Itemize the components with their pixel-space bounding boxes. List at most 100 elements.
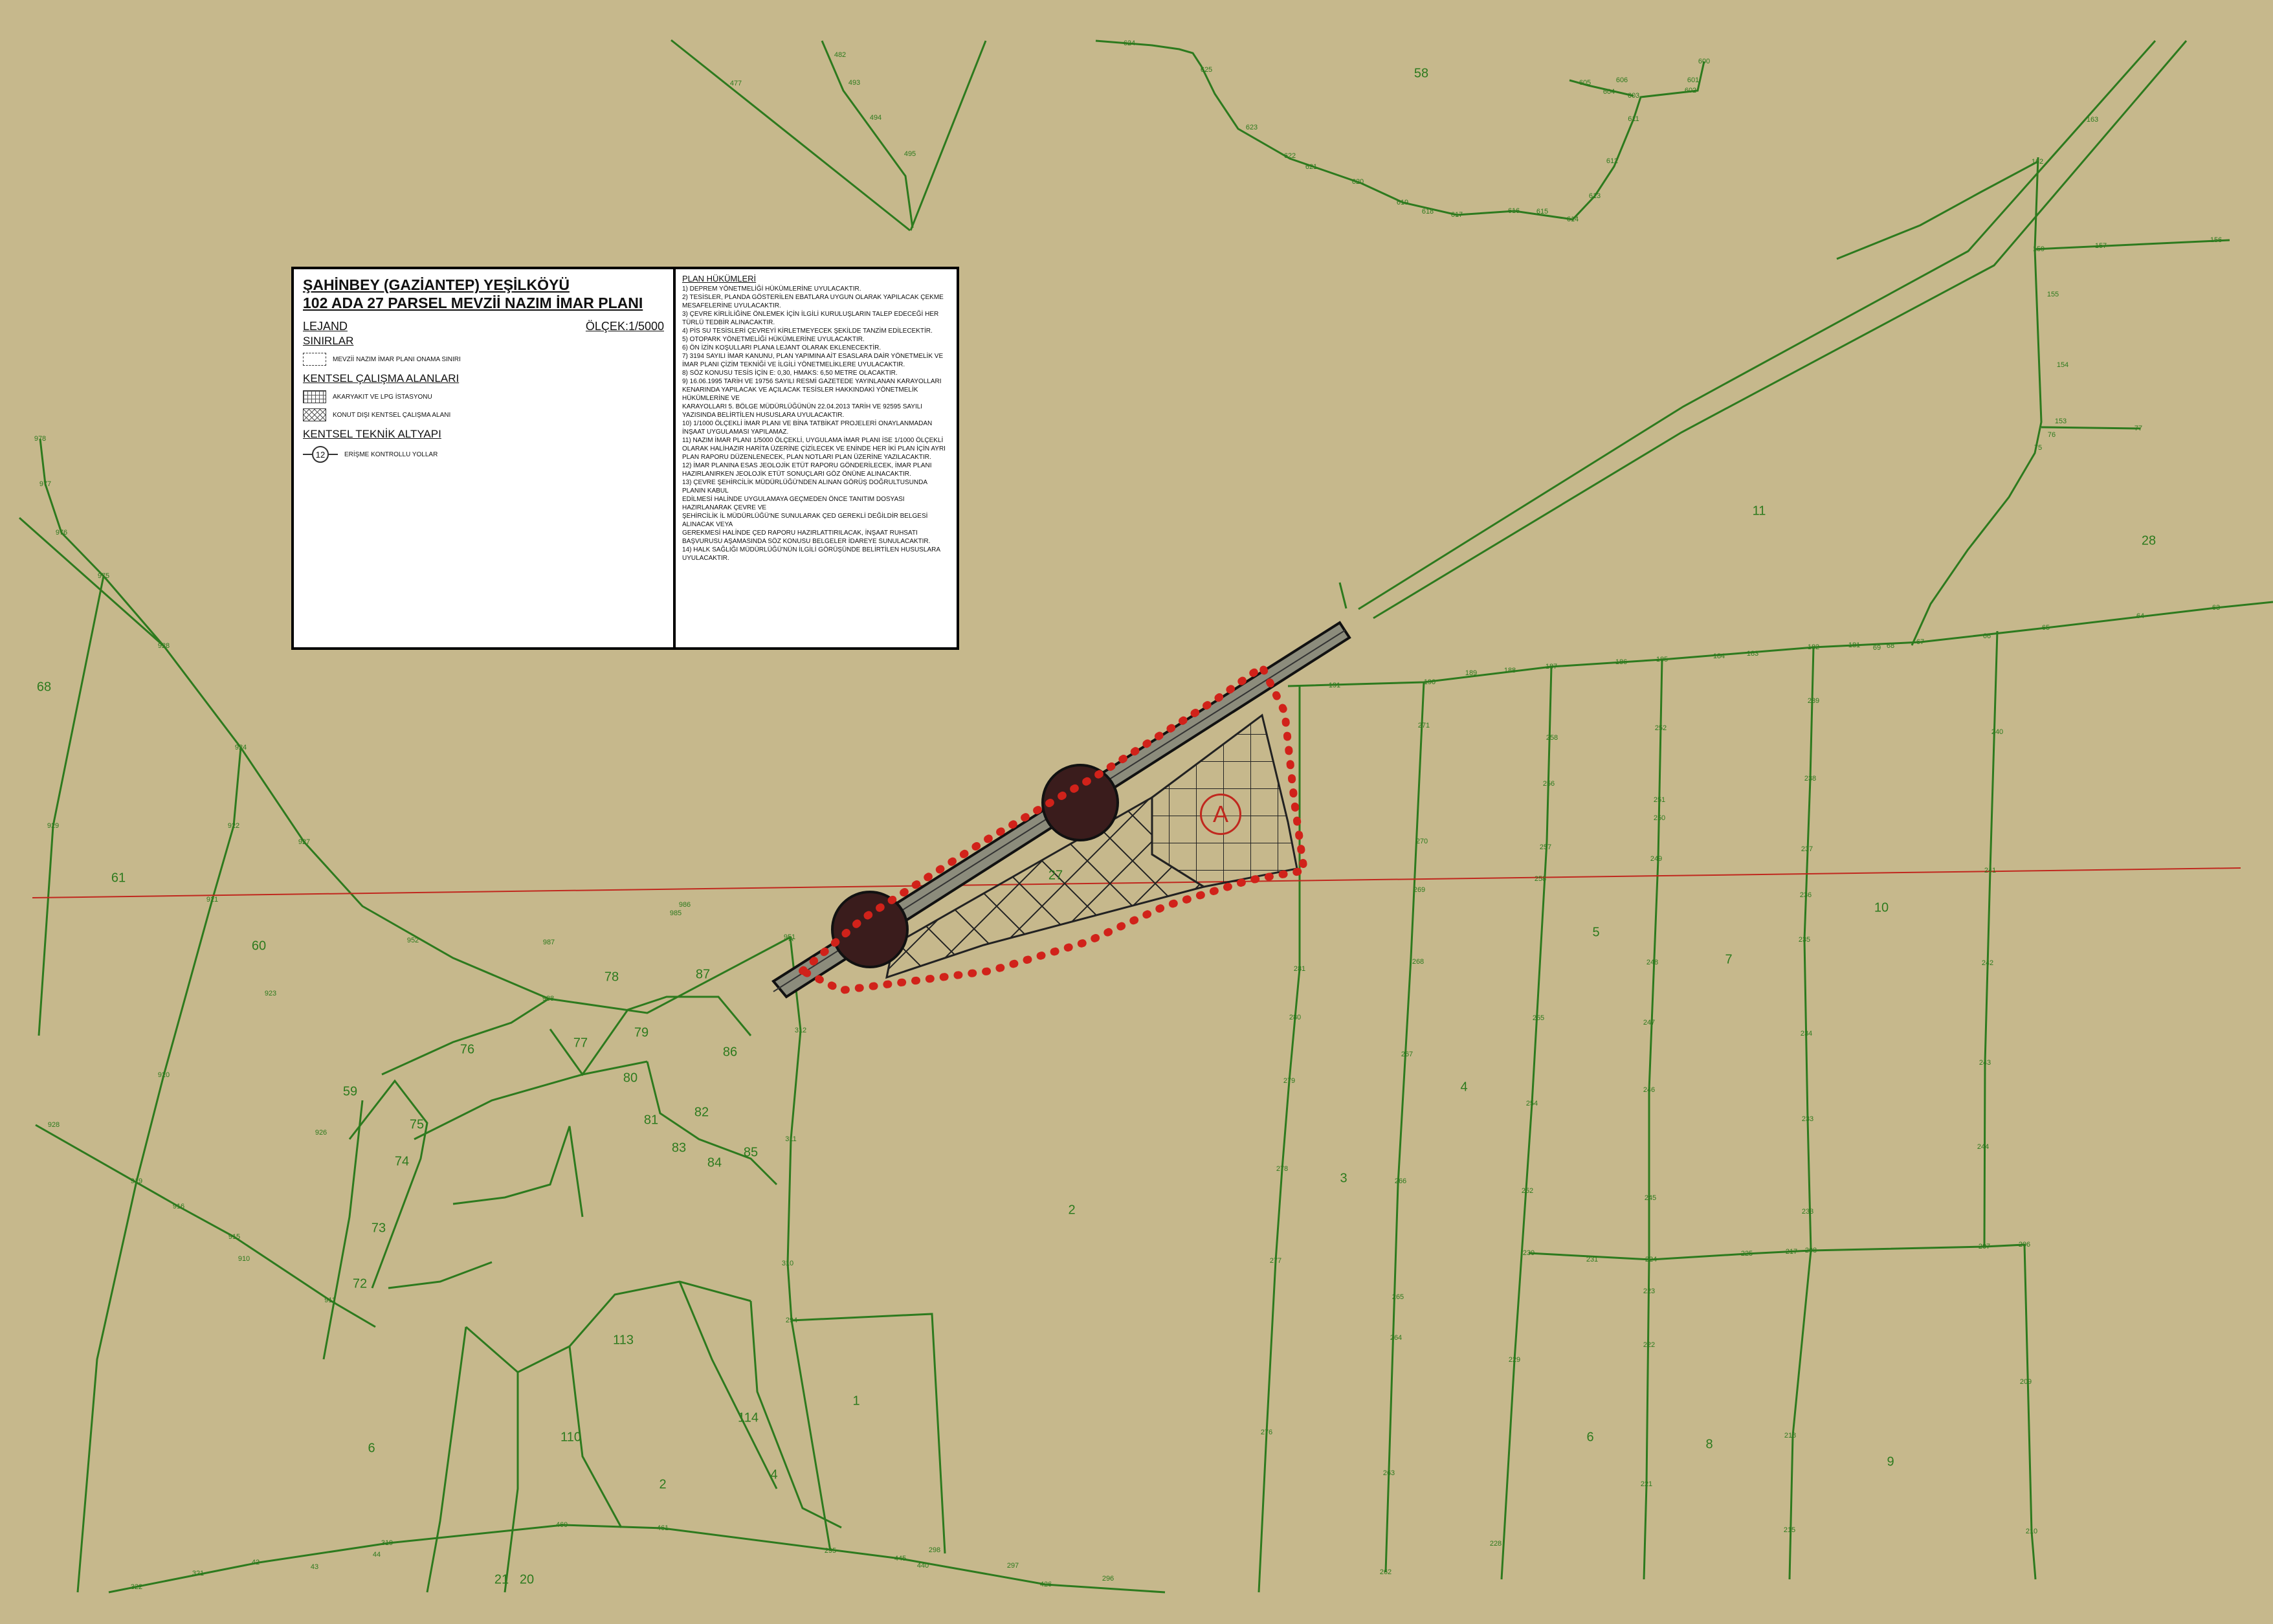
parcel-number[interactable]: 7 xyxy=(1725,953,1732,968)
plan-provision-item: KARAYOLLARI 5. BÖLGE MÜDÜRLÜĞÜNÜN 22.04.… xyxy=(682,403,923,419)
vertex-number: 977 xyxy=(39,480,52,488)
vertex-number: 919 xyxy=(130,1177,143,1185)
parcel-number[interactable]: 73 xyxy=(371,1221,386,1236)
vertex-number: 218 xyxy=(1784,1432,1797,1440)
vertex-number: 321 xyxy=(192,1570,205,1577)
vertex-number: 206 xyxy=(2018,1241,2031,1249)
parcel-number[interactable]: 6 xyxy=(1586,1430,1593,1445)
parcel-number[interactable]: 77 xyxy=(573,1036,588,1051)
parcel-number[interactable]: 110 xyxy=(560,1430,581,1445)
vertex-number: 248 xyxy=(1646,959,1659,966)
vertex-number: 600 xyxy=(1698,58,1711,65)
parcel-number[interactable]: 72 xyxy=(353,1277,367,1292)
vertex-number: 615 xyxy=(1536,208,1549,216)
plan-provision-item: 14) HALK SAĞLIĞI MÜDÜRLÜĞÜ'NÜN İLGİLİ GÖ… xyxy=(682,546,940,562)
vertex-number: 602 xyxy=(1684,87,1697,95)
vertex-number: 240 xyxy=(1991,728,2004,736)
parcel-number[interactable]: 87 xyxy=(696,968,710,983)
vertex-number: 68 xyxy=(1886,642,1895,650)
vertex-number: 256 xyxy=(1542,780,1555,788)
vertex-number: 243 xyxy=(1979,1059,1991,1067)
vertex-number: 269 xyxy=(1413,886,1426,894)
parcel-number[interactable]: 10 xyxy=(1874,901,1889,916)
vertex-number: 915 xyxy=(228,1233,241,1241)
parcel-number[interactable]: 1 xyxy=(852,1394,859,1409)
parcel-number[interactable]: 75 xyxy=(410,1118,424,1133)
parcel-number[interactable]: 4 xyxy=(1460,1080,1467,1095)
parcel-number[interactable]: 86 xyxy=(723,1045,737,1060)
parcel-number[interactable]: 9 xyxy=(1887,1455,1894,1470)
vertex-number: 267 xyxy=(1401,1051,1414,1058)
parcel-number[interactable]: 11 xyxy=(1753,504,1766,519)
parcel-number[interactable]: 79 xyxy=(634,1026,649,1041)
vertex-number: 236 xyxy=(1799,891,1812,899)
legend-header-row: LEJAND ÖLÇEK:1/5000 xyxy=(303,320,664,333)
vertex-number: 920 xyxy=(157,1071,170,1079)
vertex-number: 66 xyxy=(1982,632,1991,640)
parcel-number[interactable]: 61 xyxy=(111,871,126,886)
vertex-number: 616 xyxy=(1507,207,1520,215)
scale-label: ÖLÇEK:1/5000 xyxy=(585,320,664,333)
plan-provision-item: 12) İMAR PLANINA ESAS JEOLOJİK ETÜT RAPO… xyxy=(682,462,932,478)
vertex-number: 916 xyxy=(172,1203,185,1210)
parcel-number[interactable]: 68 xyxy=(37,680,51,695)
plan-provision-item: 1) DEPREM YÖNETMELİĞİ HÜKÜMLERİNE UYULAC… xyxy=(682,285,861,293)
vertex-number: 281 xyxy=(1293,965,1306,973)
parcel-number[interactable]: 28 xyxy=(2142,534,2156,549)
parcel-number[interactable]: 113 xyxy=(613,1333,634,1348)
vertex-number: 617 xyxy=(1450,211,1463,219)
vertex-number: 295 xyxy=(824,1547,837,1555)
vertex-number: 65 xyxy=(2041,624,2050,632)
vertex-number: 621 xyxy=(1305,163,1318,171)
parcel-number[interactable]: 114 xyxy=(738,1411,759,1426)
parcel-number[interactable]: 6 xyxy=(368,1441,375,1456)
parcel-number[interactable]: 2 xyxy=(1068,1203,1075,1218)
vertex-number: 605 xyxy=(1579,79,1591,87)
dotted-boundary-swatch xyxy=(303,353,326,366)
vertex-number: 618 xyxy=(1421,208,1434,216)
parcel-number[interactable]: 21 xyxy=(494,1573,509,1588)
cadastral-map[interactable]: 58 11 28 68 61 60 10 5 7 78 87 27 76 77 79 86 59 80 4 75 82 8… xyxy=(0,0,2273,1624)
parcel-number[interactable]: 78 xyxy=(604,970,619,985)
vertex-number: 234 xyxy=(1800,1030,1813,1038)
parcel-number[interactable]: 76 xyxy=(460,1043,474,1058)
parcel-number[interactable]: 5 xyxy=(1592,926,1599,940)
parcel-number[interactable]: 8 xyxy=(1705,1438,1713,1452)
parcel-number[interactable]: 4 xyxy=(770,1468,777,1483)
parcel-number[interactable]: 74 xyxy=(395,1155,409,1170)
vertex-number: 975 xyxy=(97,572,110,580)
vertex-number: 921 xyxy=(206,896,219,904)
plan-provision-item: 7) 3194 SAYILI İMAR KANUNU, PLAN YAPIMIN… xyxy=(682,353,944,368)
parcel-number[interactable]: 84 xyxy=(707,1156,722,1171)
vertex-number: 493 xyxy=(848,79,861,87)
parcel-number[interactable]: 20 xyxy=(520,1573,534,1588)
parcel-number[interactable]: 80 xyxy=(623,1071,638,1086)
zone-a-marker[interactable]: A xyxy=(1200,794,1241,835)
vertex-number: 440 xyxy=(916,1562,929,1570)
vertex-number: 252 xyxy=(1521,1187,1534,1195)
parcel-number[interactable]: 3 xyxy=(1340,1172,1347,1186)
parcel-number[interactable]: 2 xyxy=(659,1478,666,1493)
parcel-number[interactable]: 60 xyxy=(252,939,266,954)
parcel-number[interactable]: 81 xyxy=(644,1113,658,1128)
plan-provision-item: 13) ÇEVRE ŞEHİRCİLİK MÜDÜRLÜĞÜ'NDEN ALIN… xyxy=(682,479,927,495)
vertex-number: 985 xyxy=(669,909,682,917)
vertex-number: 310 xyxy=(781,1260,794,1267)
vertex-number: 620 xyxy=(1351,178,1364,186)
vertex-number: 238 xyxy=(1804,775,1817,783)
vertex-number: 242 xyxy=(1981,959,1994,967)
parcel-number[interactable]: 82 xyxy=(694,1106,709,1120)
junction-circle xyxy=(831,891,909,968)
vertex-number: 207 xyxy=(1978,1243,1991,1251)
plan-provisions-column: PLAN HÜKÜMLERİ 1) DEPREM YÖNETMELİĞİ HÜK… xyxy=(676,269,957,647)
parcel-number[interactable]: 27 xyxy=(1048,869,1063,884)
parcel-number[interactable]: 58 xyxy=(1414,67,1428,82)
vertex-number: 910 xyxy=(238,1255,250,1263)
vertex-number: 262 xyxy=(1379,1568,1392,1576)
parcel-number[interactable]: 83 xyxy=(672,1141,686,1156)
vertex-number: 241 xyxy=(1984,867,1997,874)
plan-provision-item: 6) ÖN İZİN KOŞULLARI PLANA LEJANT OLARAK… xyxy=(682,344,881,351)
parcel-number[interactable]: 85 xyxy=(744,1146,758,1161)
vertex-number: 231 xyxy=(1586,1256,1599,1263)
parcel-number[interactable]: 59 xyxy=(343,1085,357,1100)
